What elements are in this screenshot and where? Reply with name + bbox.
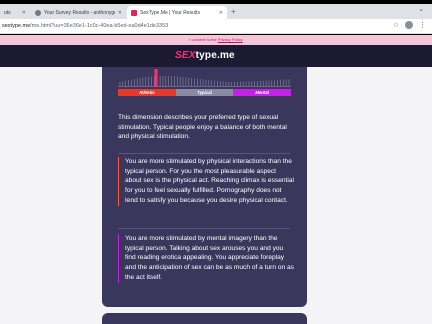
scale-labels: Athletic Typical Mental (118, 89, 292, 96)
scale-label-mental: Mental (233, 89, 292, 96)
divider (118, 153, 290, 154)
globe-icon (35, 9, 41, 16)
dimension-description: This dimension describes your preferred … (118, 114, 287, 141)
scale-marker (154, 69, 158, 87)
scale-label-typical: Typical (175, 89, 234, 96)
logo-highlight: SEX (175, 50, 196, 61)
tab-2-label: Your Survey Results - anthonyge (44, 9, 115, 16)
stimulation-scale (118, 67, 291, 87)
consent-text: I consent to the (189, 37, 217, 42)
sextype-logo[interactable]: SEXtype.me (175, 50, 235, 61)
physical-result-text: You are more stimulated by physical inte… (118, 157, 294, 206)
tab-3-label: SexType.Me | Your Results (140, 9, 200, 16)
tab-sextype-results[interactable]: SexType.Me | Your Results ✕ (127, 6, 227, 19)
scale-label-athletic: Athletic (118, 89, 176, 96)
tab-1-label: uts (4, 9, 11, 16)
close-icon[interactable]: ✕ (22, 10, 26, 16)
browser-tab-bar: uts ✕ Your Survey Results - anthonyge ✕ … (0, 4, 432, 19)
url-path: /me.html?uu=36e36e1-1c0c-40ea-b5ed-ea0d4… (30, 23, 169, 29)
result-card: Athletic Typical Mental This dimension d… (102, 67, 307, 307)
close-icon[interactable]: ✕ (219, 10, 223, 16)
url-domain: sextype.me (2, 23, 31, 29)
address-bar[interactable]: sextype.me/me.html?uu=36e36e1-1c0c-40ea-… (0, 19, 432, 34)
sextype-favicon-icon (131, 9, 137, 16)
tab-1[interactable]: uts ✕ (0, 6, 30, 19)
privacy-policy-link[interactable]: Privacy Policy (218, 37, 243, 42)
url-field[interactable]: sextype.me/me.html?uu=36e36e1-1c0c-40ea-… (2, 23, 168, 29)
site-header: SEXtype.me (0, 45, 432, 67)
window-controls[interactable]: ⌄ (418, 5, 424, 13)
tab-survey-results[interactable]: Your Survey Results - anthonyge ✕ (31, 6, 126, 19)
consent-banner: I consent to the Privacy Policy (0, 35, 432, 45)
scale-ticks-graphic (118, 69, 291, 87)
close-icon[interactable]: ✕ (118, 10, 122, 16)
profile-avatar-icon[interactable] (405, 21, 413, 29)
logo-rest: type.me (195, 50, 235, 61)
mental-result-text: You are more stimulated by mental imager… (118, 234, 294, 283)
new-tab-button[interactable]: + (231, 6, 236, 18)
divider (118, 228, 290, 229)
bookmark-star-icon[interactable]: ☆ (393, 21, 399, 29)
menu-dots-icon[interactable]: ⋮ (419, 21, 426, 29)
next-result-card (102, 313, 307, 324)
